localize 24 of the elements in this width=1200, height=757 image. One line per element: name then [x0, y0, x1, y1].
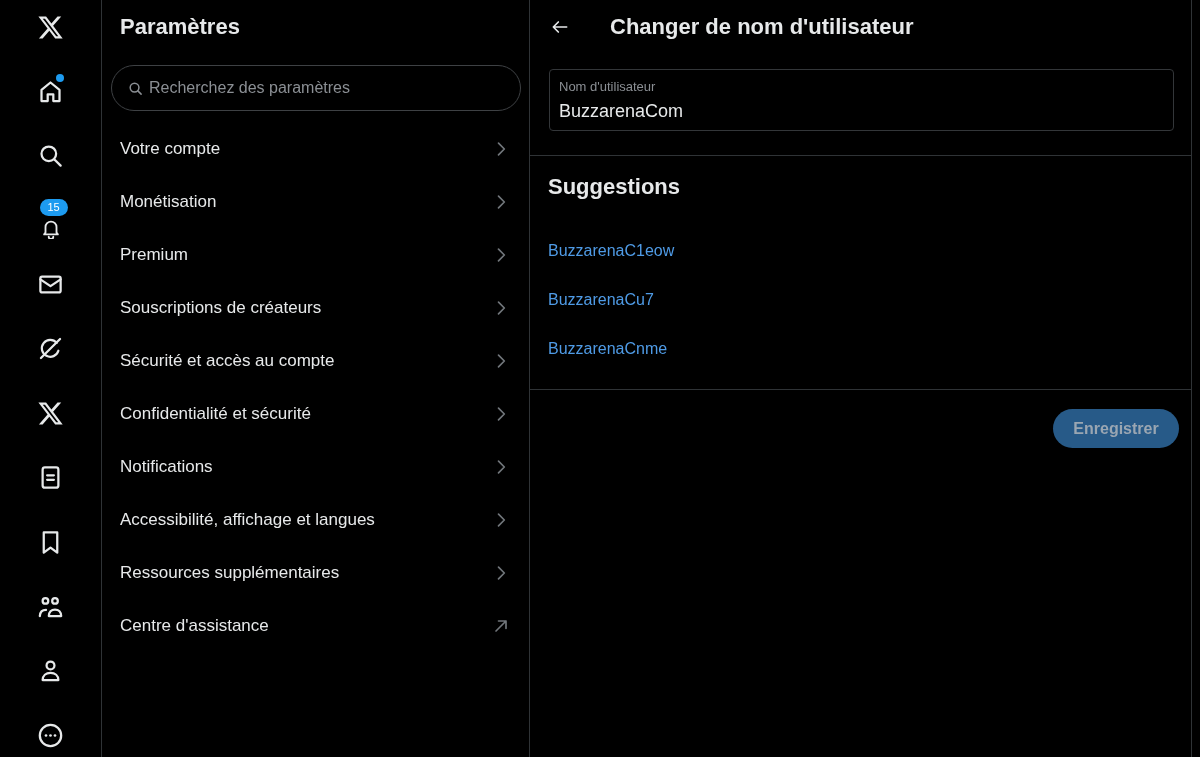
- suggestion-link[interactable]: BuzzarenaCnme: [548, 339, 668, 359]
- more-icon[interactable]: [37, 721, 64, 749]
- field-label: Nom d'utilisateur: [559, 79, 656, 95]
- settings-menu-item[interactable]: Accessibilité, affichage et langues: [102, 493, 529, 546]
- section-title: Suggestions: [548, 174, 680, 200]
- search-icon: [128, 80, 143, 96]
- username-field[interactable]: Nom d'utilisateur BuzzarenaCom: [549, 69, 1174, 131]
- search-icon[interactable]: [37, 142, 64, 170]
- panel-title: Paramètres: [120, 13, 240, 40]
- settings-menu-item[interactable]: Souscriptions de créateurs: [102, 281, 529, 334]
- suggestion-link[interactable]: BuzzarenaCu7: [548, 290, 654, 310]
- page-title: Changer de nom d'utilisateur: [610, 13, 914, 40]
- settings-menu-item[interactable]: Centre d'assistance: [102, 599, 529, 652]
- notification-count: 15: [39, 199, 68, 217]
- suggestion-link[interactable]: BuzzarenaC1eow: [548, 241, 675, 261]
- username-input[interactable]: BuzzarenaCom: [559, 99, 1164, 123]
- settings-menu-item[interactable]: Premium: [102, 228, 529, 281]
- settings-menu-item[interactable]: Confidentialité et sécurité: [102, 387, 529, 440]
- settings-menu-item[interactable]: Notifications: [102, 440, 529, 493]
- settings-menu-item[interactable]: Votre compte: [102, 122, 529, 175]
- search-input[interactable]: Recherchez des paramètres: [149, 79, 504, 97]
- settings-menu-item[interactable]: Sécurité et accès au compte: [102, 334, 529, 387]
- settings-menu-item[interactable]: Ressources supplémentaires: [102, 546, 529, 599]
- settings-menu-item[interactable]: Monétisation: [102, 175, 529, 228]
